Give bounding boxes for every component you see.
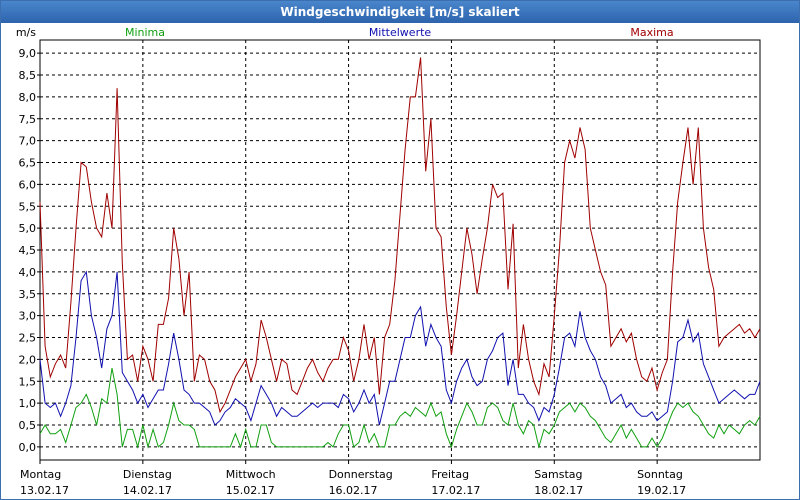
legend-mittelwerte: Mittelwerte xyxy=(369,26,432,39)
x-tick-day: Sonntag xyxy=(637,468,683,481)
y-tick-label: 7,5 xyxy=(19,113,37,126)
y-tick-label: 3,0 xyxy=(19,310,37,323)
y-tick-label: 2,0 xyxy=(19,353,37,366)
y-tick-label: 0,0 xyxy=(19,441,37,454)
x-tick-date: 19.02.17 xyxy=(637,484,686,497)
y-tick-label: 1,0 xyxy=(19,397,37,410)
y-tick-label: 8,5 xyxy=(19,69,37,82)
y-tick-label: 9,0 xyxy=(19,47,37,60)
y-tick-label: 4,0 xyxy=(19,266,37,279)
y-tick-label: 6,0 xyxy=(19,178,37,191)
y-tick-label: 0,5 xyxy=(19,419,37,432)
legend-maxima: Maxima xyxy=(630,26,673,39)
x-tick-date: 15.02.17 xyxy=(226,484,275,497)
x-tick-date: 17.02.17 xyxy=(431,484,480,497)
y-axis-label: m/s xyxy=(16,26,36,39)
x-tick-day: Freitag xyxy=(431,468,469,481)
y-tick-label: 7,0 xyxy=(19,135,37,148)
x-tick-date: 18.02.17 xyxy=(534,484,583,497)
wind-speed-chart: 9,0 8,5 8,0 7,5 7,0 6,5 6,0 5,5 5,0 4,5 4,0 3,5 3,0 2… xyxy=(16,26,761,497)
y-tick-label: 4,5 xyxy=(19,244,37,257)
y-tick-label: 1,5 xyxy=(19,375,37,388)
y-tick-label: 5,5 xyxy=(19,200,37,213)
x-tick-date: 16.02.17 xyxy=(329,484,378,497)
y-tick-label: 5,0 xyxy=(19,222,37,235)
x-tick-day: Montag xyxy=(20,468,61,481)
y-tick-label: 2,5 xyxy=(19,332,37,345)
x-tick-date: 13.02.17 xyxy=(20,484,69,497)
x-tick-day: Donnerstag xyxy=(329,468,393,481)
y-tick-label: 8,0 xyxy=(19,91,37,104)
x-tick-day: Mittwoch xyxy=(226,468,276,481)
x-tick-date: 14.02.17 xyxy=(123,484,172,497)
y-tick-label: 6,5 xyxy=(19,157,37,170)
x-tick-day: Samstag xyxy=(534,468,582,481)
x-tick-day: Dienstag xyxy=(123,468,172,481)
y-tick-label: 3,5 xyxy=(19,288,37,301)
legend-minima: Minima xyxy=(125,26,165,39)
